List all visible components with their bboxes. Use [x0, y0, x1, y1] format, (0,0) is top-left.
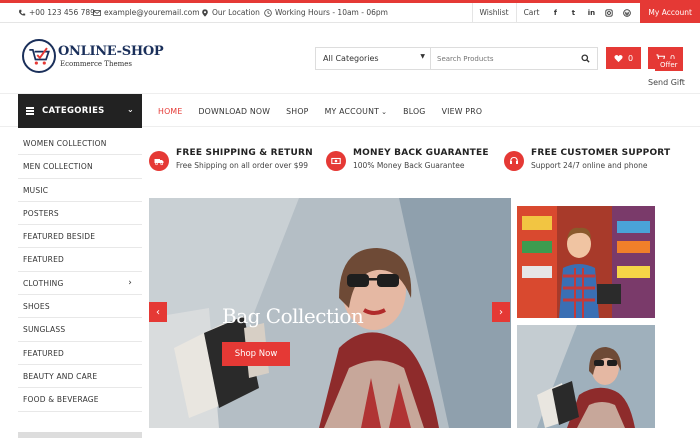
promo-image-top[interactable] [517, 206, 655, 318]
next-slide-button[interactable]: › [492, 302, 510, 322]
sidebar-item-beauty-and-care[interactable]: BEAUTY AND CARE [18, 365, 142, 389]
map-marker-icon [202, 8, 208, 17]
top-bar: +00 123 456 789 example@youremail.com Ou… [0, 3, 700, 23]
feature-customer-support: FREE CUSTOMER SUPPORT Support 24/7 onlin… [504, 148, 670, 171]
sidebar-item-women-collection[interactable]: WOMEN COLLECTION [18, 132, 142, 156]
email-text: example@youremail.com [104, 8, 200, 17]
nav-home[interactable]: HOME [158, 107, 182, 116]
sidebar-item-featured-2[interactable]: FEATURED [18, 342, 142, 365]
sidebar-item-music[interactable]: MUSIC [18, 179, 142, 202]
send-gift-link[interactable]: Send Gift [648, 78, 685, 87]
wishlist-button[interactable]: 0 [606, 47, 641, 69]
facebook-icon[interactable]: f [546, 3, 564, 23]
search-icon [580, 54, 590, 63]
hero-title: Bag Collection [222, 304, 364, 328]
feature-title: MONEY BACK GUARANTEE [353, 148, 489, 158]
search-button[interactable] [573, 48, 597, 69]
chevron-down-icon: ⌄ [381, 107, 388, 116]
feature-strip: FREE SHIPPING & RETURN Free Shipping on … [149, 148, 679, 182]
sidebar-item-men-collection[interactable]: MEN COLLECTION [18, 155, 142, 179]
headset-icon [504, 151, 524, 171]
sidebar-item-posters[interactable]: POSTERS [18, 202, 142, 226]
caret-down-icon: ▼ [420, 53, 425, 60]
main-nav: HOME DOWNLOAD NOW SHOP MY ACCOUNT ⌄ BLOG … [150, 94, 490, 128]
category-select-value: All Categories [323, 54, 379, 63]
linkedin-icon[interactable]: in [582, 3, 600, 23]
my-account-button[interactable]: My Account [640, 3, 700, 23]
nav-my-account[interactable]: MY ACCOUNT ⌄ [325, 107, 388, 116]
phone-text: +00 123 456 789 [29, 8, 95, 17]
feature-title: FREE CUSTOMER SUPPORT [531, 148, 671, 158]
wishlist-link[interactable]: Wishlist [471, 3, 516, 23]
sidebar-footer-bar [18, 432, 142, 438]
truck-icon [149, 151, 169, 171]
envelope-icon [93, 9, 101, 16]
money-icon [326, 151, 346, 171]
nav-blog[interactable]: BLOG [403, 107, 425, 116]
category-select[interactable]: All Categories ▼ [316, 48, 431, 69]
header: ONLINE-SHOP Ecommerce Themes All Categor… [0, 23, 700, 93]
logo-name: ONLINE-SHOP [58, 44, 164, 59]
cart-logo-icon [22, 39, 56, 73]
sidebar-item-featured[interactable]: FEATURED [18, 248, 142, 272]
prev-slide-button[interactable]: ‹ [149, 302, 167, 322]
heart-icon [614, 54, 623, 62]
sidebar-item-shoes[interactable]: SHOES [18, 295, 142, 319]
hours-info: Working Hours - 10am - 06pm [264, 8, 388, 17]
sidebar-item-clothing[interactable]: CLOTHING › [18, 272, 142, 296]
email-info[interactable]: example@youremail.com [93, 8, 200, 17]
clock-icon [264, 8, 272, 17]
nav-my-account-label: MY ACCOUNT [324, 106, 380, 116]
feature-subtitle: Support 24/7 online and phone [531, 161, 648, 170]
search-bar: All Categories ▼ [315, 47, 598, 70]
chevron-down-icon: ⌄ [126, 105, 134, 114]
search-input[interactable] [431, 48, 573, 69]
hamburger-icon [26, 106, 34, 116]
phone-info: +00 123 456 789 [18, 8, 95, 17]
categories-title: CATEGORIES [42, 106, 105, 116]
feature-money-back: MONEY BACK GUARANTEE 100% Money Back Gua… [326, 148, 489, 171]
instagram-icon[interactable] [600, 3, 618, 23]
sidebar-item-label: CLOTHING [23, 278, 64, 288]
promo-image-bottom[interactable] [517, 325, 655, 428]
cart-link[interactable]: Cart [515, 3, 547, 23]
wordpress-icon[interactable] [618, 3, 636, 23]
feature-subtitle: 100% Money Back Guarantee [353, 161, 465, 170]
logo-tagline: Ecommerce Themes [60, 60, 132, 68]
location-info[interactable]: Our Location [201, 8, 260, 17]
feature-subtitle: Free Shipping on all order over $99 [176, 161, 309, 170]
woman-shopping-image [517, 325, 655, 428]
nav-row: CATEGORIES ⌄ HOME DOWNLOAD NOW SHOP MY A… [0, 93, 700, 128]
sidebar-item-food-beverage[interactable]: FOOD & BEVERAGE [18, 388, 142, 412]
chevron-right-icon: › [128, 277, 132, 288]
feature-title: FREE SHIPPING & RETURN [176, 148, 313, 158]
sidebar-item-featured-beside[interactable]: FEATURED BESIDE [18, 225, 142, 249]
offer-badge: Offer [655, 59, 683, 71]
category-sidebar: WOMEN COLLECTION MEN COLLECTION MUSIC PO… [18, 132, 142, 412]
location-text: Our Location [212, 8, 260, 17]
nav-download-now[interactable]: DOWNLOAD NOW [198, 107, 270, 116]
nav-view-pro[interactable]: VIEW PRO [442, 107, 483, 116]
top-bar-right: Wishlist Cart f t in My Account [471, 3, 700, 23]
hero-slider: ‹ › Bag Collection Shop Now [149, 198, 511, 428]
wishlist-count: 0 [627, 53, 634, 63]
nav-shop[interactable]: SHOP [286, 107, 308, 116]
hours-text: Working Hours - 10am - 06pm [275, 8, 388, 17]
site-logo[interactable]: ONLINE-SHOP Ecommerce Themes [22, 39, 164, 73]
twitter-icon[interactable]: t [564, 3, 582, 23]
kid-in-toy-store-image [517, 206, 655, 318]
feature-free-shipping: FREE SHIPPING & RETURN Free Shipping on … [149, 148, 313, 171]
phone-icon [19, 9, 26, 16]
categories-toggle[interactable]: CATEGORIES ⌄ [18, 94, 142, 128]
sidebar-item-sunglass[interactable]: SUNGLASS [18, 318, 142, 342]
shop-now-button[interactable]: Shop Now [222, 342, 290, 366]
